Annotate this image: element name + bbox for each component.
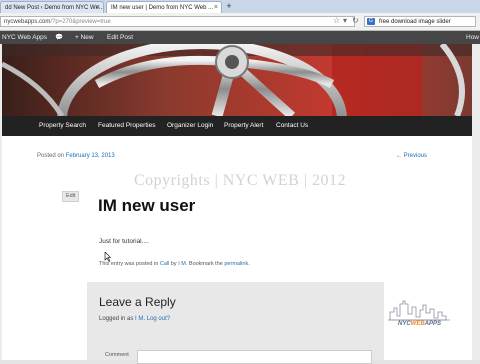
- header-image: [2, 44, 472, 116]
- comment-label: Comment: [105, 352, 129, 358]
- logout-link[interactable]: Log out?: [147, 316, 170, 322]
- admin-howdy[interactable]: How: [466, 31, 479, 44]
- permalink-link[interactable]: permalink: [224, 261, 248, 267]
- logged-in-label: Logged in as: [99, 316, 134, 322]
- post-entry-meta: This entry was posted in Call by I M. Bo…: [99, 261, 250, 267]
- star-icon[interactable]: ☆: [333, 16, 340, 26]
- url-host: nycwebapps.com: [4, 19, 51, 25]
- nav-organizer-login[interactable]: Organizer Login: [167, 116, 213, 136]
- search-engine-icon[interactable]: G: [367, 18, 375, 25]
- footer-bookmark: . Bookmark the: [185, 261, 223, 267]
- copyright-watermark: Copyrights | NYC WEB | 2012: [133, 172, 347, 189]
- comment-bubble-icon[interactable]: 💬: [55, 31, 63, 44]
- tab-label: IM new user | Demo from NYC Web ...: [111, 5, 214, 11]
- url-path: /?p=270&preview=true: [50, 19, 111, 25]
- dropdown-icon[interactable]: ▾: [343, 16, 347, 26]
- admin-site-name[interactable]: NYC Web Apps: [2, 31, 47, 44]
- nav-property-alert[interactable]: Property Alert: [224, 116, 263, 136]
- close-icon[interactable]: ×: [214, 2, 218, 13]
- admin-bar: NYC Web Apps 💬 + New Edit Post How: [0, 31, 480, 44]
- post-body: Just for tutorial....: [99, 238, 149, 245]
- nycwebapps-logo: [388, 300, 450, 321]
- search-query: free download image slider: [379, 19, 451, 25]
- logo-wordmark: NYCWEBAPPS: [398, 321, 441, 327]
- new-tab-button[interactable]: +: [224, 2, 234, 12]
- address-bar-row: nycwebapps.com/?p=270&preview=true ☆ ▾ ↻…: [0, 13, 480, 31]
- tab-im-new-user[interactable]: IM new user | Demo from NYC Web ... ×: [106, 1, 222, 13]
- post-date-line: Posted on February 13, 2013: [37, 153, 115, 159]
- edit-post-button[interactable]: Edit: [62, 191, 80, 202]
- nav-property-search[interactable]: Property Search: [39, 116, 86, 136]
- reply-title: Leave a Reply: [99, 295, 176, 309]
- category-link[interactable]: Call: [160, 261, 169, 267]
- logo-apps: APPS: [424, 321, 442, 327]
- comment-textarea[interactable]: [137, 350, 372, 364]
- logo-web: WEB: [410, 321, 425, 327]
- post-title: IM new user: [98, 196, 196, 215]
- footer-by: by: [170, 261, 177, 267]
- author-link[interactable]: I M: [178, 261, 186, 267]
- reload-icon[interactable]: ↻: [352, 16, 359, 26]
- main-navigation: Property Search Featured Properties Orga…: [2, 116, 472, 136]
- posted-on-label: Posted on: [37, 153, 65, 159]
- footer-end: .: [248, 261, 250, 267]
- footer-prefix: This entry was posted in: [99, 261, 159, 267]
- admin-new-button[interactable]: + New: [75, 31, 94, 44]
- tab-label: dd New Post ‹ Demo from NYC We...: [5, 5, 104, 11]
- browser-tab-bar: dd New Post ‹ Demo from NYC We... × IM n…: [0, 0, 480, 13]
- logged-in-line: Logged in as I M. Log out?: [99, 316, 171, 322]
- url-field[interactable]: nycwebapps.com/?p=270&preview=true: [0, 16, 355, 27]
- post-date-link[interactable]: February 13, 2013: [66, 153, 115, 159]
- previous-post-link[interactable]: ← Previous: [396, 153, 427, 159]
- tab-add-new-post[interactable]: dd New Post ‹ Demo from NYC We... ×: [0, 1, 104, 13]
- admin-edit-post-button[interactable]: Edit Post: [107, 31, 133, 44]
- logo-nyc: NYC: [398, 321, 411, 327]
- search-input[interactable]: G free download image slider: [364, 16, 476, 27]
- nav-contact-us[interactable]: Contact Us: [276, 116, 308, 136]
- nav-featured-properties[interactable]: Featured Properties: [98, 116, 155, 136]
- close-icon[interactable]: ×: [96, 2, 100, 13]
